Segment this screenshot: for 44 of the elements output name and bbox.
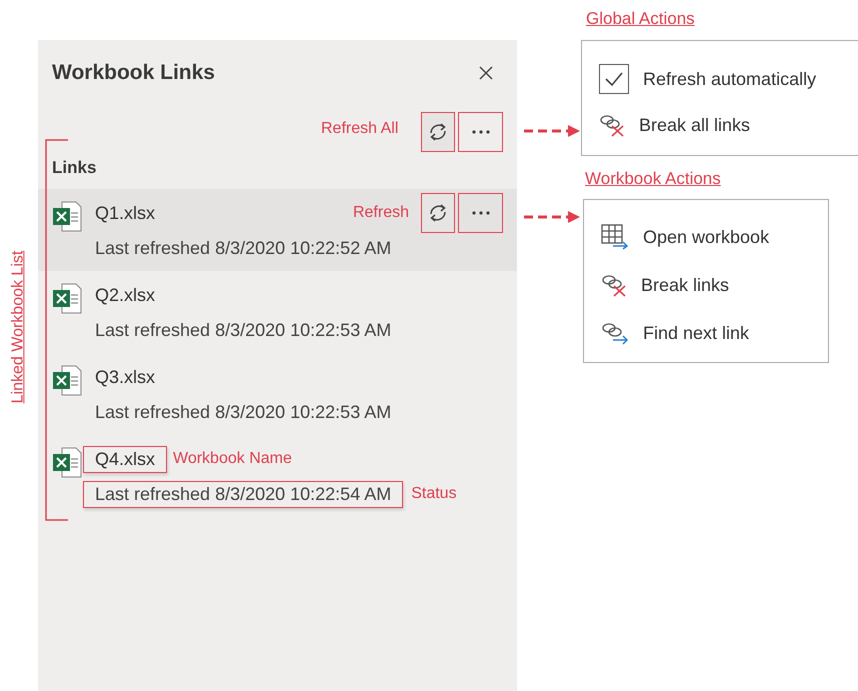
- workbook-item[interactable]: Q2.xlsx Last refreshed 8/3/2020 10:22:53 AM: [38, 271, 517, 353]
- annotation-label: Workbook Name: [173, 450, 292, 468]
- status-text: Last refreshed 8/3/2020 10:22:54 AM: [83, 480, 404, 508]
- more-options-button[interactable]: [458, 193, 503, 233]
- more-options-button[interactable]: [458, 112, 503, 152]
- workbook-item[interactable]: Q4.xlsx Workbook Name Last refreshed 8/3/2020 10:22:54 AM Status: [38, 435, 517, 517]
- more-icon: [472, 211, 490, 215]
- workbook-name: Q1.xlsx: [94, 202, 156, 224]
- menu-item[interactable]: Refresh automatically: [582, 61, 858, 97]
- broken-link-icon: [601, 273, 627, 297]
- menu-item[interactable]: Find next link: [584, 316, 828, 350]
- dashed-arrow: [524, 125, 580, 137]
- annotation-label: Global Actions: [586, 9, 695, 29]
- dashed-arrow: [524, 211, 580, 223]
- annotation-label: Workbook Actions: [585, 169, 721, 189]
- spreadsheet-icon: [52, 201, 82, 232]
- refresh-all-button[interactable]: [421, 112, 455, 152]
- more-icon: [472, 130, 490, 134]
- annotation-label: Linked Workbook List: [9, 250, 28, 404]
- checkbox[interactable]: [599, 64, 629, 94]
- spreadsheet-icon: [52, 365, 82, 396]
- workbook-item[interactable]: Q1.xlsx Refresh Last refreshed 8/3/2020 10:22:52 AM: [38, 189, 517, 271]
- annotation-label: Refresh: [352, 204, 409, 222]
- status-text: Last refreshed 8/3/2020 10:22:53 AM: [94, 318, 392, 342]
- close-icon: [479, 66, 493, 80]
- annotation-label: Status: [411, 485, 457, 503]
- menu-item[interactable]: Open workbook: [584, 220, 828, 254]
- workbook-name: Q3.xlsx: [94, 366, 156, 388]
- refresh-button[interactable]: [421, 193, 455, 233]
- workbook-name: Q4.xlsx: [83, 446, 168, 472]
- link-arrow-icon: [601, 321, 629, 345]
- workbook-item[interactable]: Q3.xlsx Last refreshed 8/3/2020 10:22:53 AM: [38, 353, 517, 435]
- status-text: Last refreshed 8/3/2020 10:22:52 AM: [94, 236, 392, 260]
- table-arrow-icon: [601, 224, 629, 250]
- workbook-name: Q2.xlsx: [94, 284, 156, 306]
- section-heading: Links: [51, 157, 98, 179]
- menu-item[interactable]: Break links: [584, 268, 828, 302]
- menu-item[interactable]: Break all links: [582, 107, 858, 143]
- spreadsheet-icon: [52, 447, 82, 478]
- spreadsheet-icon: [52, 283, 82, 314]
- annotation-label: Refresh All: [321, 120, 398, 138]
- status-text: Last refreshed 8/3/2020 10:22:53 AM: [94, 400, 392, 424]
- pane-title: Workbook Links: [52, 61, 215, 85]
- broken-link-icon: [599, 113, 625, 137]
